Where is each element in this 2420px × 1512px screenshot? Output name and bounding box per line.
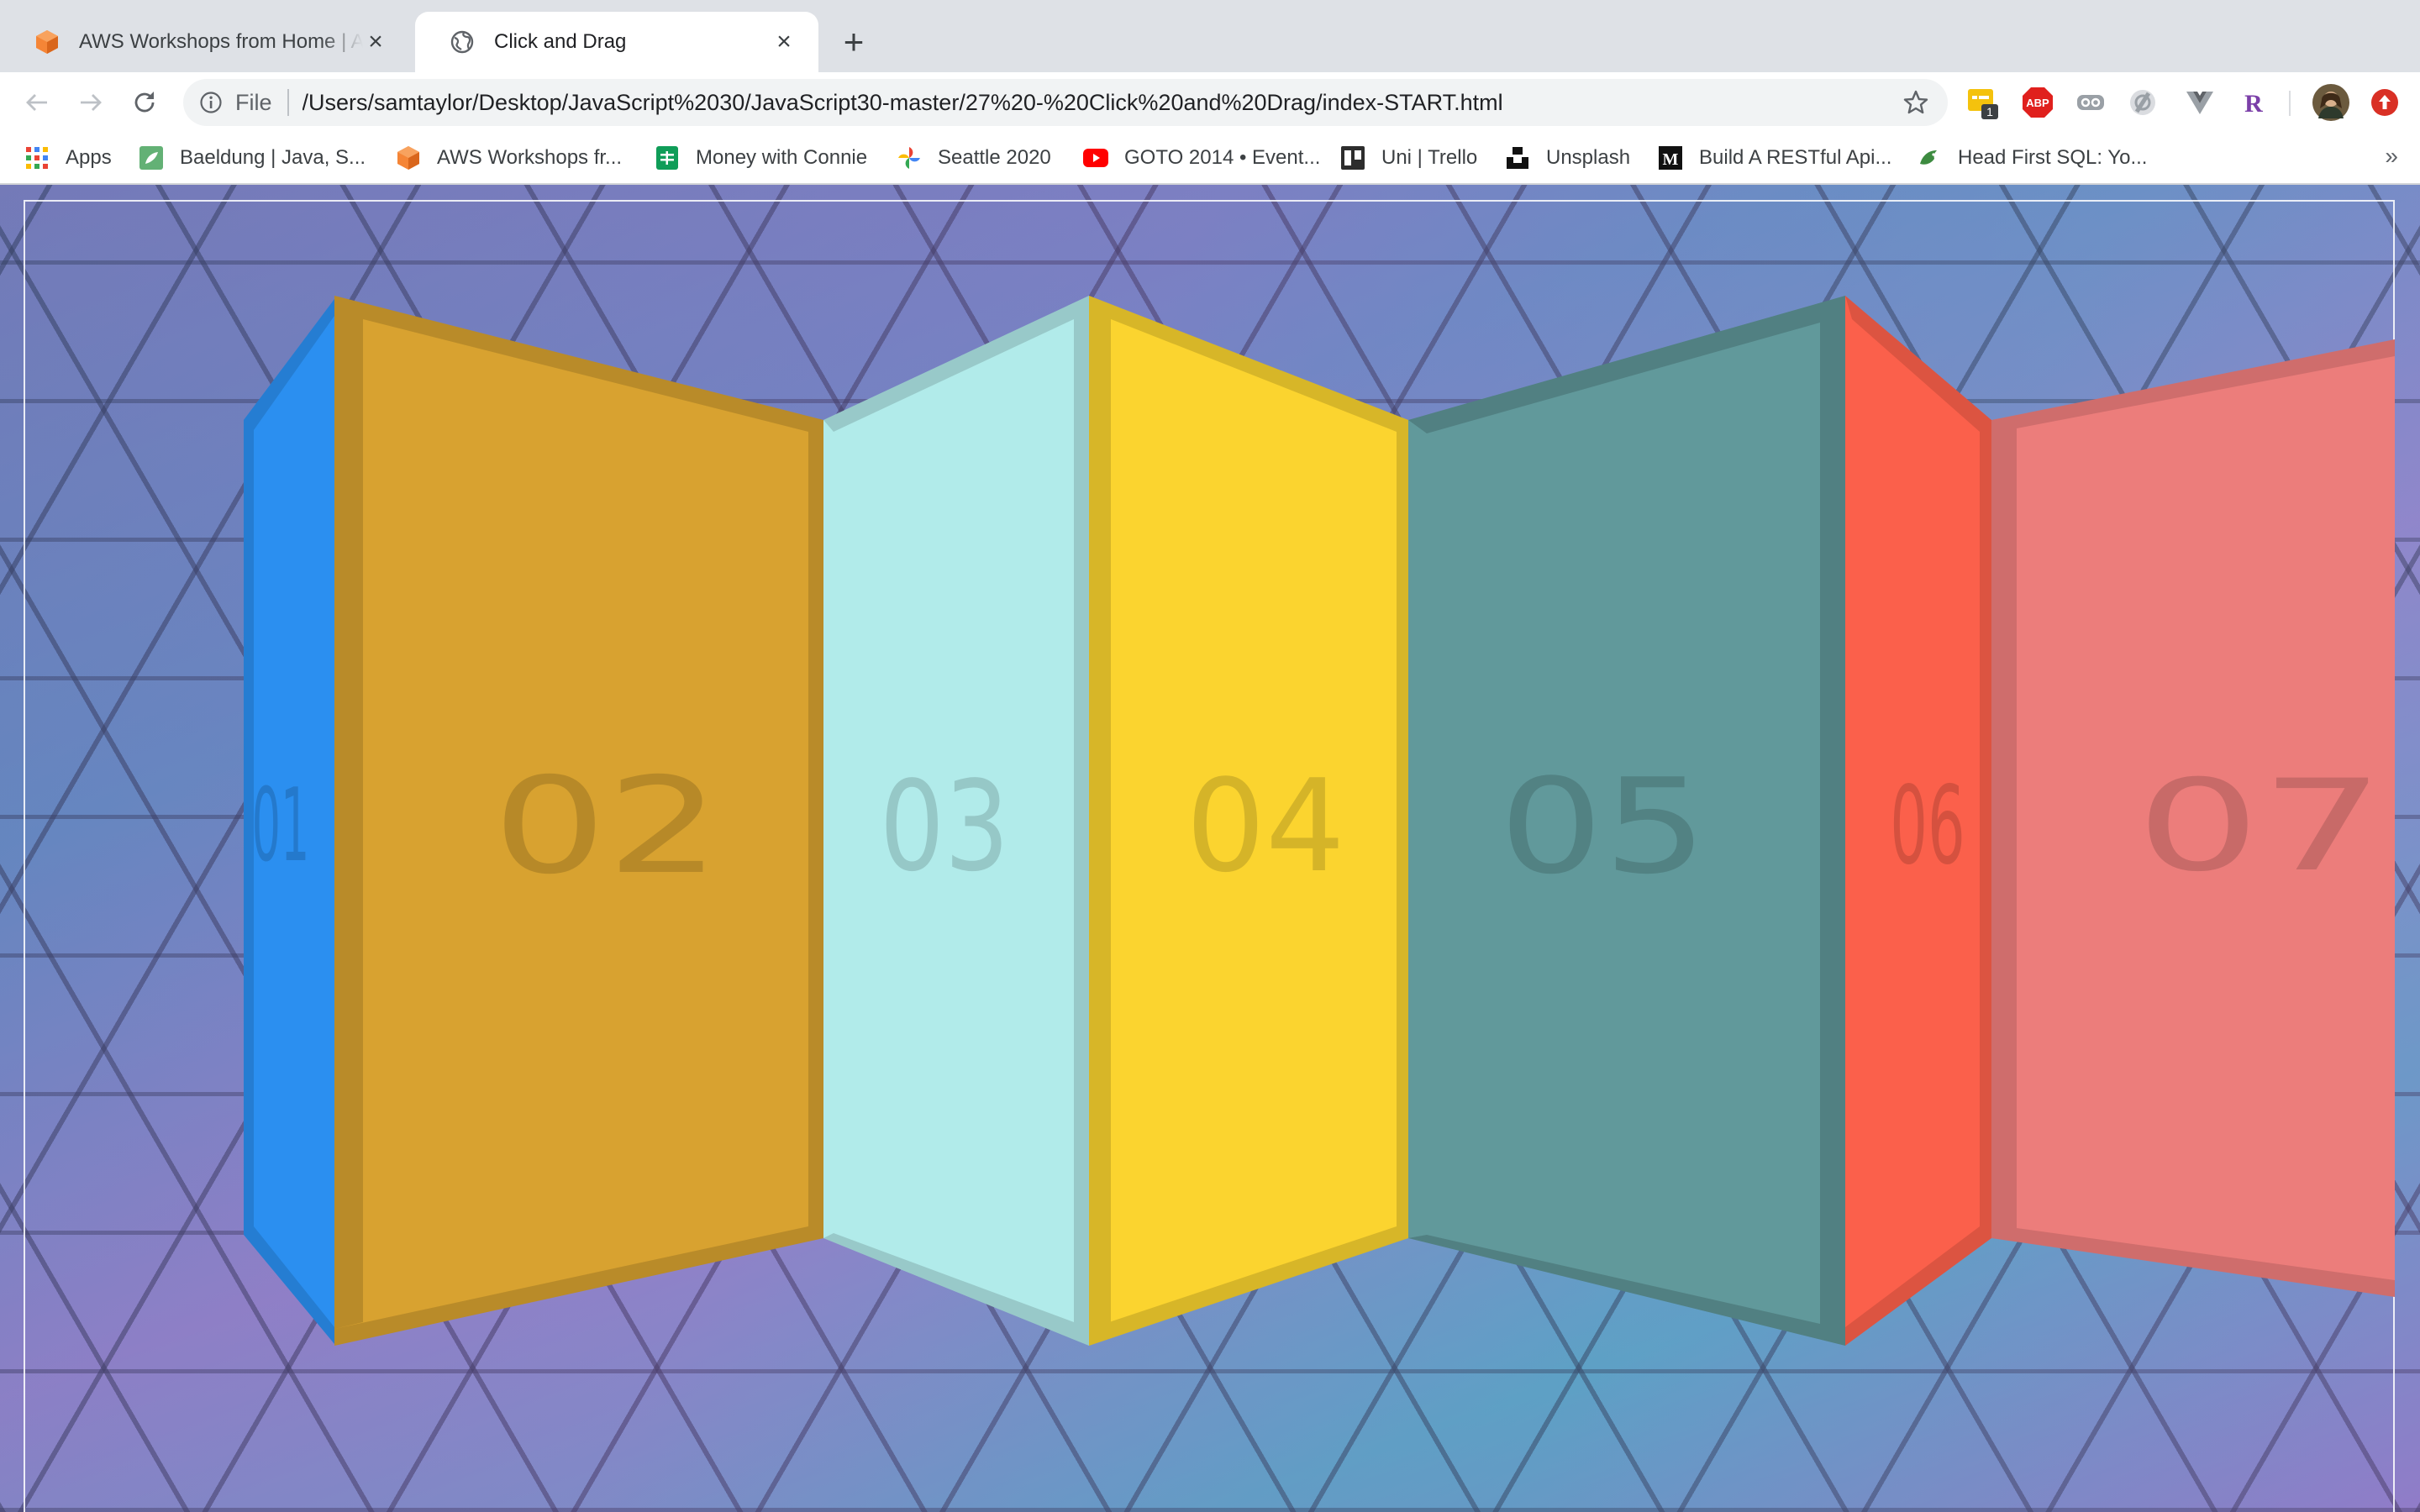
address-divider [287, 89, 289, 116]
svg-text:M: M [1663, 150, 1679, 169]
address-bar[interactable]: File /Users/samtaylor/Desktop/JavaScript… [183, 79, 1948, 126]
bookmark-label: AWS Workshops fr... [437, 146, 623, 169]
unsplash-icon [1504, 144, 1531, 171]
bookmark-star-icon[interactable] [1899, 86, 1933, 119]
panel-number-04: 04 [1186, 752, 1345, 900]
youtube-icon [1082, 144, 1109, 171]
new-tab-plus-icon[interactable]: + [832, 20, 876, 64]
reload-icon[interactable] [123, 81, 166, 124]
url-text[interactable]: /Users/samtaylor/Desktop/JavaScript%2030… [302, 90, 1899, 116]
browser-toolbar: File /Users/samtaylor/Desktop/JavaScript… [0, 72, 2420, 133]
bookmark-apps[interactable]: Apps [24, 141, 112, 175]
bookmark-uni-trello[interactable]: Uni | Trello [1339, 141, 1477, 175]
aws-cube-icon [34, 29, 60, 55]
bookmark-label: Money with Connie [696, 146, 868, 169]
scheme-label: File [235, 89, 272, 115]
page-viewport: 01 02 03 04 05 06 07 [0, 185, 2420, 1512]
link-extension-icon[interactable] [2074, 86, 2107, 119]
bookmark-label: Build A RESTful Api... [1699, 146, 1892, 169]
globe-icon [449, 29, 476, 55]
notes-extension-icon[interactable]: 1 [1966, 86, 2000, 119]
vue-devtools-icon[interactable] [2183, 86, 2217, 119]
aws-cube-icon [395, 144, 422, 171]
adblock-plus-icon[interactable]: ABP [2021, 86, 2054, 119]
bookmark-build-restful-api[interactable]: M Build A RESTful Api... [1657, 141, 1891, 175]
baeldung-icon [138, 144, 165, 171]
bookmark-money-with-connie[interactable]: Money with Connie [654, 141, 867, 175]
apps-grid-icon [24, 144, 50, 171]
bookmark-label: Head First SQL: Yo... [1958, 146, 2148, 169]
panel-number-07: 07 [2136, 753, 2385, 900]
bookmark-label: Uni | Trello [1381, 146, 1478, 169]
toolbar-divider [2289, 91, 2291, 116]
tab-title: AWS Workshops from Home | AWS [79, 30, 363, 53]
extension-badge: 1 [1986, 105, 1993, 118]
trello-icon [1339, 144, 1366, 171]
sheets-icon [654, 144, 681, 171]
bookmark-head-first-sql[interactable]: Head First SQL: Yo... [1916, 141, 2147, 175]
bookmark-label: Apps [66, 146, 112, 169]
forward-arrow-icon[interactable] [69, 81, 113, 124]
svg-text:ABP: ABP [2026, 97, 2049, 109]
bookmark-baeldung[interactable]: Baeldung | Java, S... [138, 141, 366, 175]
bookmark-label: Seattle 2020 [938, 146, 1051, 169]
bookmark-label: Unsplash [1546, 146, 1631, 169]
tab-strip: AWS Workshops from Home | AWS × Click an… [0, 0, 2420, 72]
bookmark-seattle-2020[interactable]: Seattle 2020 [896, 141, 1051, 175]
panel-number-03: 03 [879, 754, 1010, 899]
tab-title: Click and Drag [494, 30, 627, 53]
svg-text:R: R [2244, 90, 2263, 117]
bookmarks-overflow-chevron-icon[interactable]: » [2385, 143, 2398, 170]
close-icon[interactable]: × [363, 29, 388, 55]
bookmark-goto-2014[interactable]: GOTO 2014 • Event... [1082, 141, 1320, 175]
bookmark-aws-workshops[interactable]: AWS Workshops fr... [395, 141, 622, 175]
r-extension-icon[interactable]: R [2237, 86, 2270, 119]
panel-number-02: 02 [492, 749, 721, 904]
info-icon[interactable] [198, 90, 224, 115]
update-icon[interactable] [2368, 86, 2402, 119]
tab-click-and-drag[interactable]: Click and Drag × [415, 12, 818, 72]
panel-number-06: 06 [1890, 764, 1965, 889]
profile-avatar-icon[interactable] [2311, 82, 2351, 123]
bookmark-label: Baeldung | Java, S... [180, 146, 366, 169]
medium-icon: M [1657, 144, 1684, 171]
bookmark-unsplash[interactable]: Unsplash [1504, 141, 1630, 175]
bookmark-label: GOTO 2014 • Event... [1124, 146, 1321, 169]
close-icon[interactable]: × [771, 29, 797, 55]
bird-icon [1916, 144, 1943, 171]
back-arrow-icon[interactable] [15, 81, 59, 124]
bookmarks-bar: Apps Baeldung | Java, S... AWS Workshops… [0, 133, 2420, 185]
tab-aws-workshops[interactable]: AWS Workshops from Home | AWS × [0, 12, 410, 72]
privacy-extension-icon[interactable] [2126, 86, 2160, 119]
panel-number-05: 05 [1498, 750, 1708, 903]
photos-icon [896, 144, 923, 171]
panel-number-01: 01 [251, 768, 310, 885]
